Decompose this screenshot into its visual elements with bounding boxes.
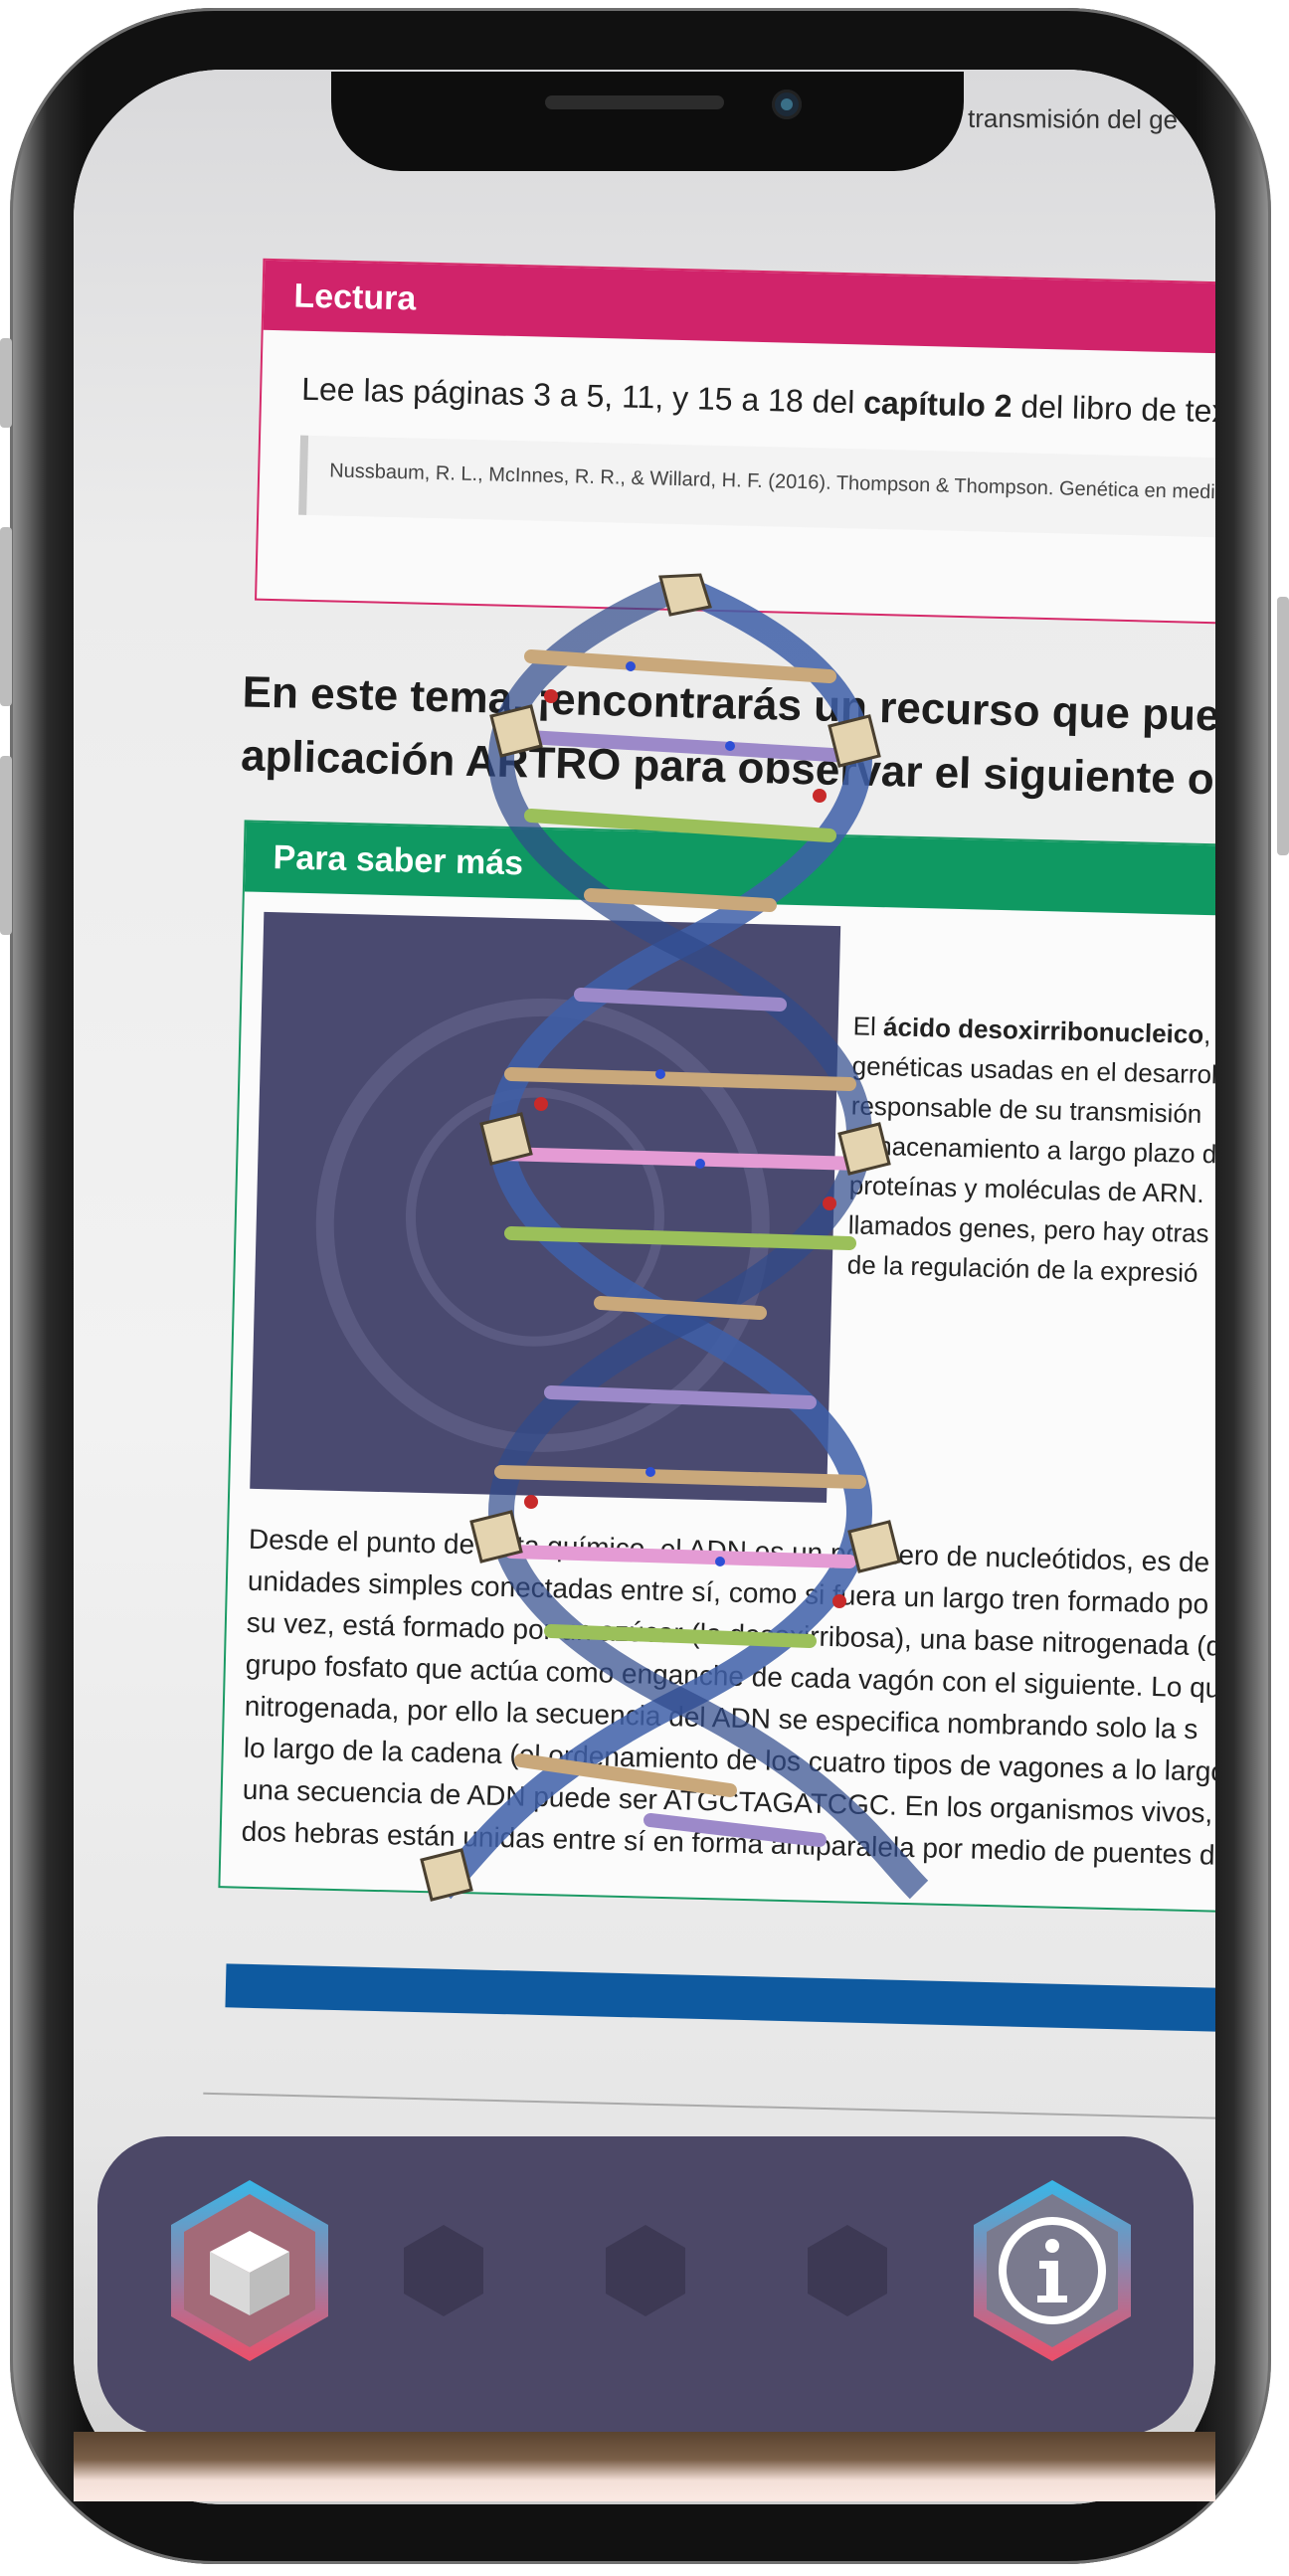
empty-slot-4[interactable] xyxy=(805,2223,890,2318)
lectura-header: Lectura xyxy=(263,260,1215,357)
page-top-snippet: transmisión del ge xyxy=(967,102,1179,135)
phone-notch xyxy=(331,72,964,171)
front-camera xyxy=(772,90,802,119)
info-button[interactable] xyxy=(968,2176,1137,2365)
side-button xyxy=(0,756,12,935)
side-button xyxy=(1277,597,1289,855)
cube-object-button[interactable] xyxy=(165,2176,334,2365)
side-button xyxy=(0,527,12,706)
empty-slot-3[interactable] xyxy=(603,2223,688,2318)
lectura-citation: Nussbaum, R. L., McInnes, R. R., & Willa… xyxy=(298,435,1215,540)
empty-slot-2[interactable] xyxy=(401,2223,486,2318)
side-button xyxy=(0,338,12,428)
camera-bottom-strip xyxy=(74,2432,1215,2501)
ar-toolbar xyxy=(97,2136,1194,2435)
page-footer-bar xyxy=(225,1963,1215,2035)
lectura-text: Lee las páginas 3 a 5, 11, y 15 a 18 del… xyxy=(300,370,1215,431)
dna-3d-model[interactable] xyxy=(402,567,959,1910)
earpiece-speaker xyxy=(545,95,724,109)
page-divider xyxy=(203,2092,1215,2121)
